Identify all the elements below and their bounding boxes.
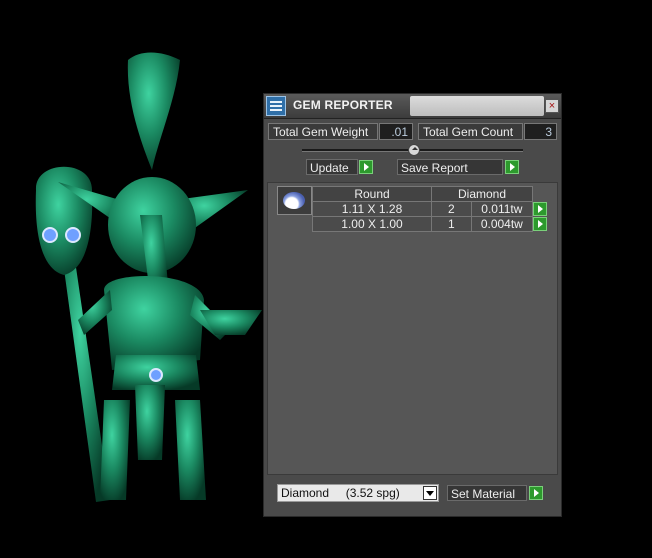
gem-weight: 0.011tw xyxy=(470,201,534,217)
set-material-button[interactable]: Set Material xyxy=(447,485,527,501)
total-gem-count-label: Total Gem Count xyxy=(418,123,523,140)
material-name: Diamond xyxy=(281,486,330,500)
row-play-icon[interactable] xyxy=(533,217,547,231)
close-icon[interactable]: × xyxy=(545,99,559,113)
gem-reporter-panel: GEM REPORTER × Total Gem Weight .01 Tota… xyxy=(263,93,562,517)
update-button[interactable]: Update xyxy=(306,159,358,175)
gem-size: 1.00 X 1.00 xyxy=(312,216,432,232)
gem-reporter-logo-icon xyxy=(266,96,286,116)
titlebar-fill xyxy=(410,96,544,116)
panel-title: GEM REPORTER xyxy=(293,98,393,112)
gem-count: 1 xyxy=(431,216,472,232)
gem-size: 1.11 X 1.28 xyxy=(312,201,432,217)
shape-header: Round xyxy=(312,186,432,202)
total-gem-weight-value: .01 xyxy=(379,123,413,140)
total-gem-count-value: 3 xyxy=(524,123,557,140)
save-report-play-icon[interactable] xyxy=(505,160,519,174)
row-play-icon[interactable] xyxy=(533,202,547,216)
gem-count: 2 xyxy=(431,201,472,217)
table-row[interactable]: 1.00 X 1.00 1 0.004tw xyxy=(312,216,548,232)
material-header: Diamond xyxy=(431,186,533,202)
panel-titlebar[interactable]: GEM REPORTER × xyxy=(264,94,561,119)
gem-weight: 0.004tw xyxy=(470,216,534,232)
round-diamond-gem-icon[interactable] xyxy=(277,186,312,215)
chevron-down-icon[interactable] xyxy=(423,486,437,500)
gem-list-area: Round Diamond 1.11 X 1.28 2 0.011tw 1.00… xyxy=(267,182,558,475)
save-report-button[interactable]: Save Report xyxy=(397,159,503,175)
update-play-icon[interactable] xyxy=(359,160,373,174)
material-spg: (3.52 spg) xyxy=(345,486,400,500)
table-row[interactable]: 1.11 X 1.28 2 0.011tw xyxy=(312,201,548,217)
gem-table: Round Diamond 1.11 X 1.28 2 0.011tw 1.00… xyxy=(312,186,548,232)
slider-handle[interactable] xyxy=(408,144,420,156)
gem-table-header: Round Diamond xyxy=(312,186,548,202)
set-material-play-icon[interactable] xyxy=(529,486,543,500)
total-gem-weight-label: Total Gem Weight xyxy=(268,123,378,140)
material-dropdown[interactable]: Diamond (3.52 spg) xyxy=(277,484,439,502)
